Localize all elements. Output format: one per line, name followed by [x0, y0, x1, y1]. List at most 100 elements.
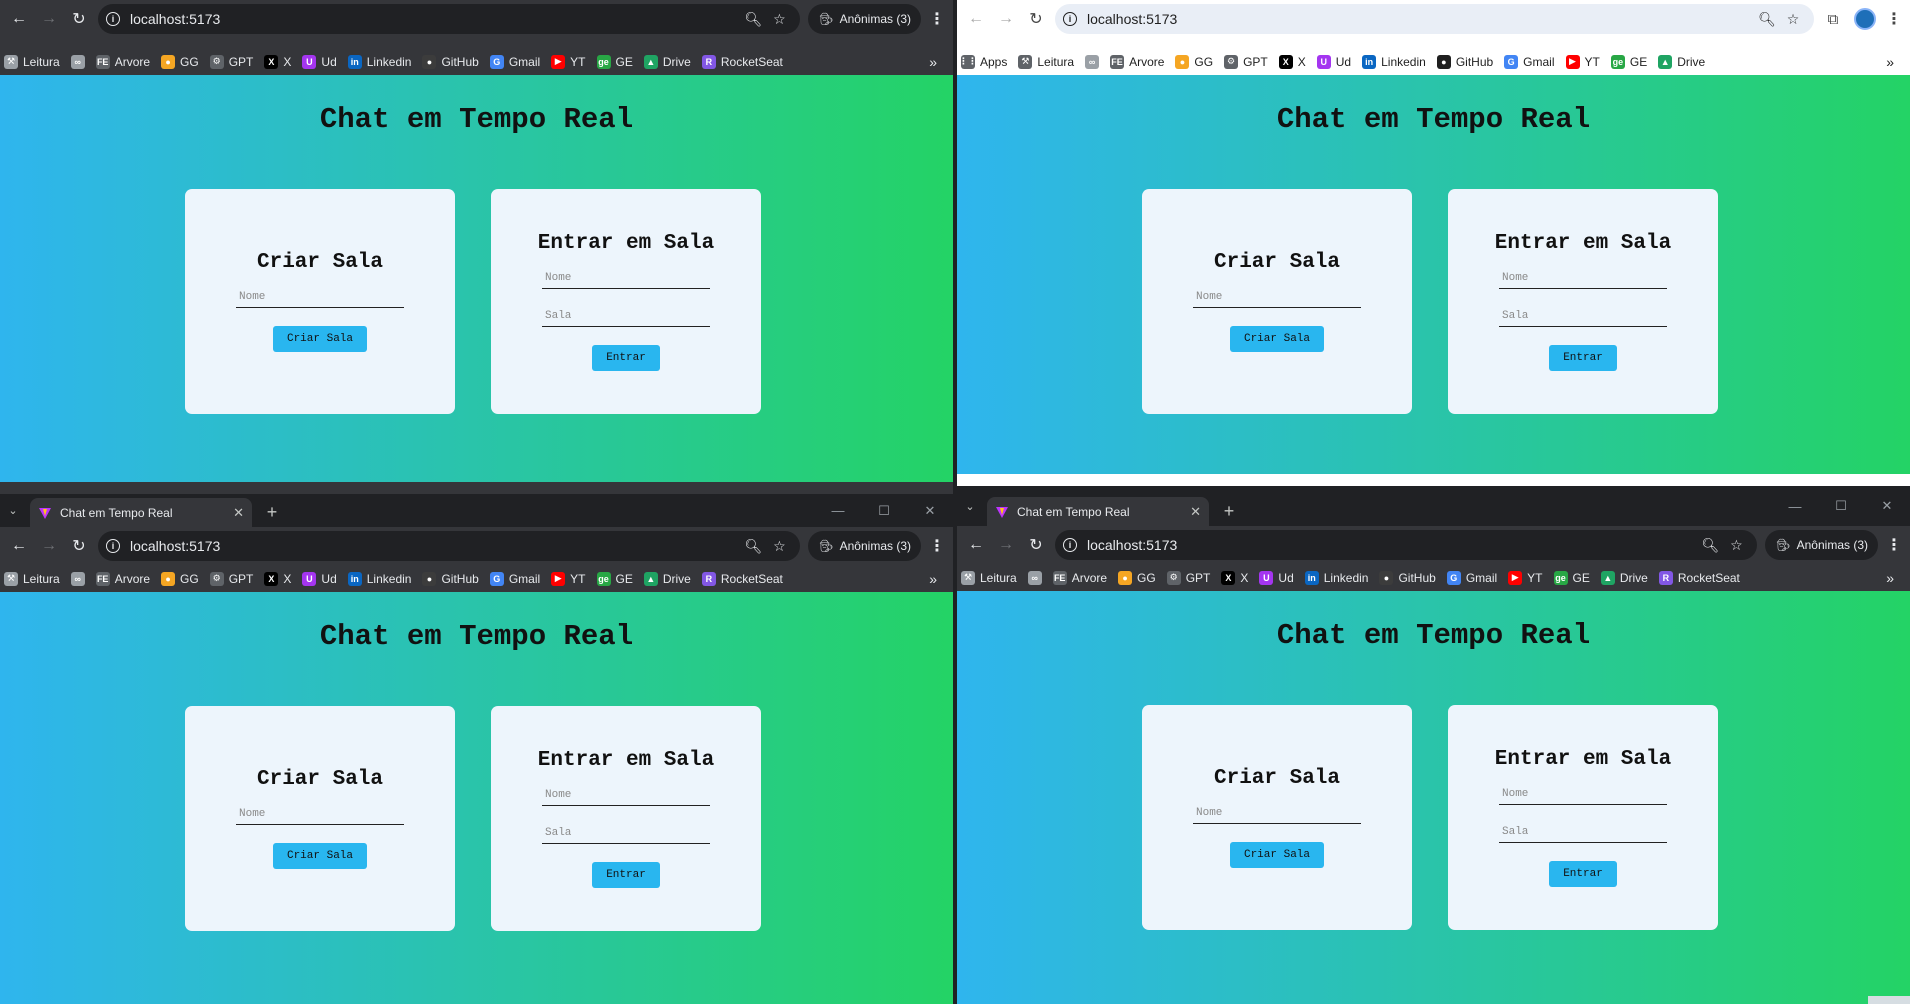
bookmark-item[interactable]: ∞ — [70, 54, 85, 69]
address-bar[interactable]: i localhost:5173 🔍︎ ☆ — [1055, 530, 1758, 560]
extensions-icon[interactable]: ⧉ — [1818, 11, 1848, 28]
create-name-input[interactable]: Nome — [236, 288, 404, 308]
bookmark-item[interactable]: ⚒ Leitura — [4, 571, 60, 586]
bookmark-item[interactable]: ⚒ Leitura — [1018, 54, 1074, 69]
bookmarks-overflow-icon[interactable]: » — [1886, 54, 1894, 70]
create-name-input[interactable]: Nome — [236, 805, 404, 825]
bookmark-item[interactable]: ▲ Drive — [643, 571, 691, 586]
bookmark-item[interactable]: ge GE — [596, 571, 633, 586]
bookmark-item[interactable]: U Ud — [1316, 54, 1351, 69]
join-room-button[interactable]: Entrar — [1549, 345, 1617, 371]
bookmark-item[interactable]: ∞ — [70, 571, 85, 586]
bookmark-item[interactable]: XX — [264, 571, 291, 586]
bookmark-star-icon[interactable]: ☆ — [1780, 11, 1806, 28]
join-name-input[interactable]: Nome — [542, 786, 710, 806]
join-room-button[interactable]: Entrar — [592, 345, 660, 371]
bookmark-item[interactable]: G Gmail — [489, 571, 540, 586]
bookmark-item[interactable]: FE Arvore — [1110, 54, 1164, 69]
menu-kebab-icon[interactable]: ⋮ — [1882, 535, 1906, 555]
minimize-icon[interactable]: — — [815, 494, 861, 527]
bookmark-item[interactable]: ● GG — [161, 571, 199, 586]
address-url[interactable]: localhost:5173 — [1087, 537, 1697, 553]
bookmark-item[interactable]: R RocketSeat — [1658, 570, 1740, 585]
bookmark-item[interactable]: in Linkedin — [347, 54, 411, 69]
forward-icon[interactable]: → — [34, 531, 64, 561]
bookmark-item[interactable]: G Gmail — [1504, 54, 1555, 69]
bookmark-item[interactable]: ● GG — [1175, 54, 1213, 69]
join-room-input[interactable]: Sala — [542, 307, 710, 327]
join-name-input[interactable]: Nome — [542, 269, 710, 289]
zoom-icon[interactable]: 🔍︎ — [1754, 11, 1780, 28]
reload-icon[interactable]: ↻ — [1021, 530, 1051, 560]
create-name-input[interactable]: Nome — [1193, 288, 1361, 308]
profile-avatar[interactable] — [1854, 8, 1876, 30]
bookmark-item[interactable]: XX — [1221, 570, 1248, 585]
bookmark-item[interactable]: ⚒ Leitura — [961, 570, 1017, 585]
minimize-icon[interactable]: — — [1772, 486, 1818, 526]
bookmark-item[interactable]: R RocketSeat — [701, 571, 783, 586]
tab-close-icon[interactable]: ✕ — [1190, 504, 1201, 520]
menu-kebab-icon[interactable]: ⋮ — [1882, 9, 1906, 29]
back-icon[interactable]: ← — [4, 4, 34, 34]
site-info-icon[interactable]: i — [1063, 12, 1077, 26]
bookmark-item[interactable]: G Gmail — [489, 54, 540, 69]
close-window-icon[interactable]: ✕ — [907, 494, 953, 527]
forward-icon[interactable]: → — [34, 4, 64, 34]
forward-icon[interactable]: → — [991, 530, 1021, 560]
bookmark-item[interactable]: FE Arvore — [1052, 570, 1107, 585]
tab-active[interactable]: Chat em Tempo Real ✕ — [987, 497, 1209, 526]
forward-icon[interactable]: → — [991, 4, 1021, 34]
address-bar[interactable]: i localhost:5173 🔍︎ ☆ — [98, 531, 801, 561]
create-room-button[interactable]: Criar Sala — [1229, 842, 1324, 868]
bookmark-item[interactable]: ● GitHub — [422, 571, 479, 586]
bookmark-item[interactable]: ● GitHub — [1436, 54, 1493, 69]
close-window-icon[interactable]: ✕ — [1864, 486, 1910, 526]
bookmark-item[interactable]: ge GE — [1610, 54, 1647, 69]
bookmark-star-icon[interactable]: ☆ — [766, 538, 792, 555]
new-tab-icon[interactable]: + — [258, 498, 286, 527]
bookmark-item[interactable]: ▶ YT — [1508, 570, 1543, 585]
maximize-icon[interactable]: ☐ — [861, 494, 907, 527]
address-url[interactable]: localhost:5173 — [1087, 11, 1754, 27]
bookmark-item[interactable]: ⚙ GPT — [209, 54, 253, 69]
bookmarks-overflow-icon[interactable]: » — [1886, 570, 1894, 586]
bookmarks-overflow-icon[interactable]: » — [929, 571, 937, 587]
bookmark-item[interactable]: U Ud — [302, 571, 337, 586]
bookmark-item[interactable]: ⚙ GPT — [209, 571, 253, 586]
bookmark-item[interactable]: U Ud — [302, 54, 337, 69]
bookmark-item[interactable]: ⚙ GPT — [1166, 570, 1210, 585]
bookmark-item[interactable]: R RocketSeat — [701, 54, 783, 69]
bookmark-item[interactable]: ⚒ Leitura — [4, 54, 60, 69]
bookmark-item[interactable]: ge GE — [596, 54, 633, 69]
incognito-badge[interactable]: 🕵︎ Anônimas (3) — [1765, 530, 1878, 560]
bookmark-item[interactable]: ● GitHub — [422, 54, 479, 69]
back-icon[interactable]: ← — [961, 4, 991, 34]
create-name-input[interactable]: Nome — [1193, 804, 1361, 824]
join-room-button[interactable]: Entrar — [592, 862, 660, 888]
bookmark-item[interactable]: ● GG — [1118, 570, 1156, 585]
create-room-button[interactable]: Criar Sala — [1229, 326, 1324, 352]
tab-close-icon[interactable]: ✕ — [233, 505, 244, 521]
back-icon[interactable]: ← — [4, 531, 34, 561]
menu-kebab-icon[interactable]: ⋮ — [925, 536, 949, 556]
bookmark-item[interactable]: ⋮⋮ Apps — [959, 54, 1007, 69]
reload-icon[interactable]: ↻ — [64, 4, 94, 34]
join-room-input[interactable]: Sala — [1499, 823, 1667, 843]
join-name-input[interactable]: Nome — [1499, 785, 1667, 805]
bookmark-item[interactable]: XX — [264, 54, 291, 69]
bookmark-item[interactable]: ● GG — [161, 54, 199, 69]
bookmark-item[interactable]: ⚙ GPT — [1224, 54, 1268, 69]
reload-icon[interactable]: ↻ — [64, 531, 94, 561]
bookmark-item[interactable]: ▲ Drive — [643, 54, 691, 69]
bookmark-item[interactable]: in Linkedin — [347, 571, 411, 586]
bookmark-item[interactable]: FE Arvore — [95, 571, 150, 586]
zoom-icon[interactable]: 🔍︎ — [740, 538, 766, 555]
bookmark-item[interactable]: ▲ Drive — [1658, 54, 1705, 69]
maximize-icon[interactable]: ☐ — [1818, 486, 1864, 526]
incognito-badge[interactable]: 🕵︎ Anônimas (3) — [808, 4, 921, 34]
bookmark-item[interactable]: ∞ — [1027, 570, 1042, 585]
tab-search-chevron-icon[interactable]: ⌄ — [957, 486, 983, 526]
join-room-input[interactable]: Sala — [1499, 307, 1667, 327]
bookmark-star-icon[interactable]: ☆ — [1723, 537, 1749, 554]
zoom-icon[interactable]: 🔍︎ — [740, 11, 766, 28]
